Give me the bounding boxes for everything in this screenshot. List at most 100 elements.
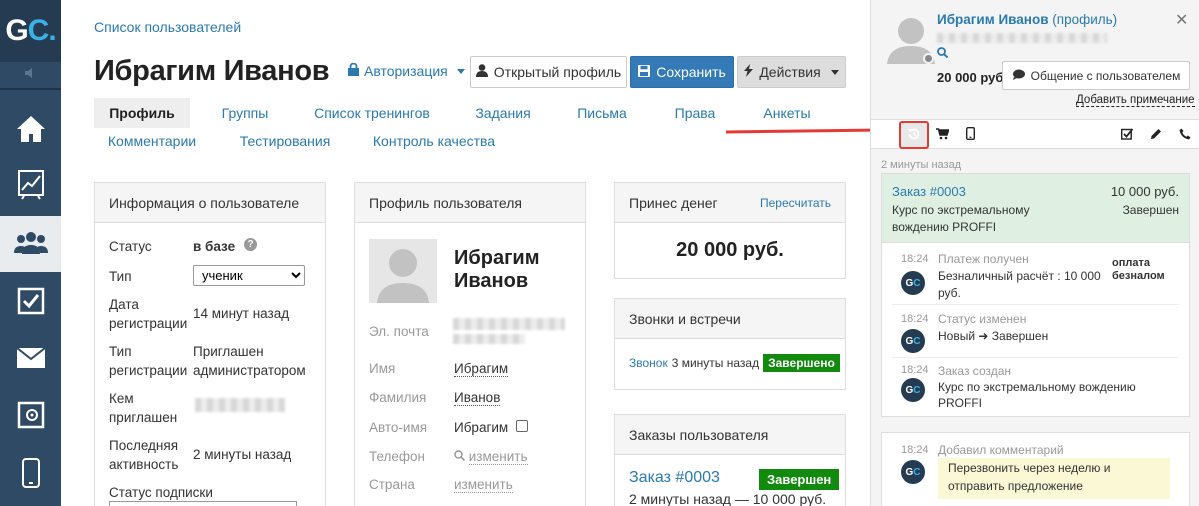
side-email-redacted <box>937 33 1107 43</box>
calls-title: Звонки и встречи <box>615 299 845 339</box>
comment-line-2: отправить предложение <box>948 479 1083 493</box>
money-panel: Принес денег Пересчитать 20 000 руб. <box>614 182 846 279</box>
autoname-checkbox[interactable] <box>516 420 528 432</box>
side-order-link[interactable]: Заказ #0003 <box>892 184 966 199</box>
safe-icon <box>17 401 45 432</box>
nav-analytics[interactable] <box>0 158 61 214</box>
event-line-2: руб. <box>938 286 961 300</box>
side-search-icon[interactable] <box>937 46 949 61</box>
gc-avatar: GC <box>901 329 925 353</box>
mobile-tab[interactable] <box>955 120 985 150</box>
call-link[interactable]: Звонок <box>629 356 668 370</box>
event-title: Платеж получен <box>938 252 1029 266</box>
tasks-tab[interactable] <box>1112 120 1142 150</box>
save-button[interactable]: Сохранить <box>630 56 734 88</box>
money-title-text: Принес денег <box>629 195 718 211</box>
email-label: Эл. почта <box>369 324 429 339</box>
gc-avatar: GC <box>901 460 925 484</box>
subscription-select[interactable] <box>109 501 297 506</box>
last-name-value[interactable]: Иванов <box>454 388 501 407</box>
left-navigation: GC. <box>0 0 61 506</box>
tab-profile[interactable]: Профиль <box>94 98 190 128</box>
search-icon <box>454 449 466 464</box>
tab-testing[interactable]: Тестирования <box>234 126 336 156</box>
side-profile-link[interactable]: (профиль) <box>1052 12 1117 27</box>
open-profile-label: Открытый профиль <box>493 64 622 80</box>
invited-by-redacted <box>195 398 285 412</box>
floppy-icon <box>638 64 651 80</box>
chat-icon <box>1012 69 1025 83</box>
side-amount: 20 000 руб. <box>937 70 1008 85</box>
orders-panel: Заказы пользователя Заказ #0003 Завершен… <box>614 414 846 506</box>
comment-card: 18:24 GC Добавил комментарий Перезвонить… <box>881 432 1190 506</box>
email-redacted-1 <box>453 318 565 330</box>
comment-line-1: Перезвонить через неделю и <box>948 461 1111 475</box>
user-icon <box>475 64 488 80</box>
caret-down-icon <box>456 68 465 74</box>
reg-type-label-1: Тип <box>109 344 132 359</box>
breadcrumb-users-list[interactable]: Список пользователей <box>94 19 241 35</box>
side-user-name[interactable]: Ибрагим Иванов <box>937 12 1049 27</box>
history-time-ago: 2 минуты назад <box>881 159 962 171</box>
order-history-card: Заказ #0003 10 000 руб. Курс по экстрема… <box>881 173 1190 417</box>
auth-dropdown[interactable]: Авторизация <box>348 62 465 79</box>
gc-avatar: GC <box>901 378 925 402</box>
payment-method-tag: оплата безналом <box>1112 257 1165 283</box>
profile-name-2: Иванов <box>454 270 529 292</box>
last-activity-link[interactable]: 2 минуты назад <box>193 445 291 464</box>
calls-tab[interactable] <box>1170 120 1199 150</box>
nav-safe[interactable] <box>0 388 61 444</box>
chat-with-user-button[interactable]: Общение с пользователем <box>1002 61 1190 90</box>
close-icon[interactable]: ✕ <box>1175 10 1188 30</box>
order-status-badge: Завершен <box>759 469 840 490</box>
nav-mobile[interactable] <box>0 446 61 502</box>
add-note-link[interactable]: Добавить примечание <box>1076 94 1195 107</box>
sound-toggle[interactable] <box>0 62 61 86</box>
orders-tab[interactable] <box>927 120 957 150</box>
phone-icon <box>1179 128 1191 143</box>
autoname-label: Авто-имя <box>369 420 428 435</box>
pencil-icon <box>1150 128 1162 143</box>
nav-home[interactable] <box>0 102 61 158</box>
nav-mail[interactable] <box>0 331 61 387</box>
nav-users[interactable] <box>0 216 61 272</box>
avatar[interactable] <box>369 239 437 306</box>
tab-trainings[interactable]: Список тренингов <box>308 98 436 128</box>
getcourse-logo[interactable]: GC. <box>0 0 61 62</box>
order-link[interactable]: Заказ #0003 <box>629 469 720 487</box>
caret-down-icon <box>830 69 839 75</box>
side-order-desc-2: вождению PROFFI <box>892 220 997 234</box>
tab-comments[interactable]: Комментарии <box>103 126 201 156</box>
help-icon[interactable]: ? <box>244 238 257 251</box>
country-edit[interactable]: изменить <box>454 475 513 494</box>
actions-dropdown-button[interactable]: Действия <box>737 56 846 88</box>
tab-letters[interactable]: Письма <box>570 98 634 128</box>
type-label: Тип <box>109 269 132 284</box>
mobile-icon <box>965 126 975 143</box>
tab-quality-control[interactable]: Контроль качества <box>368 126 500 156</box>
history-tab[interactable] <box>899 121 929 149</box>
email-redacted-2 <box>453 334 525 344</box>
user-info-panel: Информация о пользователе Статус в базе … <box>94 182 326 506</box>
event-line-1: Курс по экстремальному вождению <box>938 380 1136 394</box>
recalculate-link[interactable]: Пересчитать <box>760 183 831 223</box>
home-icon <box>15 114 47 147</box>
comment-time: 18:24 <box>901 444 929 456</box>
user-type-select[interactable]: ученик <box>193 265 305 286</box>
country-label: Страна <box>369 477 415 492</box>
reg-date-label-2: регистрации <box>109 316 188 331</box>
tab-groups[interactable]: Группы <box>205 98 285 128</box>
money-amount: 20 000 руб. <box>676 239 784 261</box>
first-name-value[interactable]: Ибрагим <box>454 359 509 378</box>
open-profile-button[interactable]: Открытый профиль <box>470 56 627 88</box>
actions-label: Действия <box>759 64 821 80</box>
phone-edit[interactable]: изменить <box>454 447 528 466</box>
nav-tasks[interactable] <box>0 274 61 330</box>
tab-tasks[interactable]: Задания <box>468 98 538 128</box>
tab-rights[interactable]: Права <box>665 98 725 128</box>
side-toolbar <box>871 119 1199 149</box>
edit-tab[interactable] <box>1141 120 1171 150</box>
event-title: Статус изменен <box>938 312 1027 326</box>
side-order-desc-1: Курс по экстремальному <box>892 203 1030 217</box>
profile-name-1: Ибрагим <box>454 247 540 269</box>
